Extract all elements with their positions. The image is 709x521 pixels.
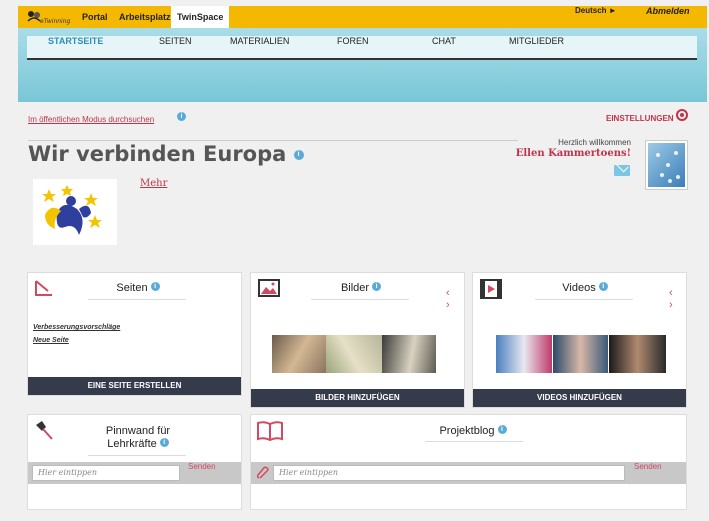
main-menu: STARTSEITE SEITEN MATERIALIEN FOREN CHAT… [27,36,697,60]
nav-portal[interactable]: Portal [82,6,108,28]
create-page-button[interactable]: EINE SEITE ERSTELLEN [28,377,241,395]
info-icon[interactable]: i [372,282,382,291]
nav-twinspace[interactable]: TwinSpace [171,6,230,28]
etwinning-logo[interactable]: eTwinning [26,9,72,26]
image-icon [258,279,280,297]
browse-public-mode-link[interactable]: Im öffentlichen Modus durchsuchen [28,115,154,124]
pinboard-input[interactable]: Hier eintippen [32,465,180,481]
title-underline [535,299,633,300]
top-bar: eTwinning Portal Arbeitsplatz TwinSpace … [18,6,707,28]
tab-mitglieder[interactable]: MITGLIEDER [509,36,564,46]
video-thumbnail[interactable] [553,335,608,373]
title-underline [88,455,186,456]
tab-chat[interactable]: CHAT [432,36,456,46]
info-icon[interactable]: i [293,150,304,160]
browse-public-mode-label: Im öffentlichen Modus durchsuchen [28,115,155,124]
page-link-neue-seite[interactable]: Neue Seite [33,337,69,344]
image-thumbnail[interactable] [382,335,436,373]
images-title-text: Bilder [340,282,370,294]
header-divider [28,140,518,141]
nav-arbeitsplatz[interactable]: Arbeitsplatz [119,6,171,28]
avatar[interactable] [646,141,687,189]
image-thumbnail[interactable] [326,335,382,373]
images-widget: Bilder i ‹ › BILDER HINZUFÜGEN [250,272,465,408]
welcome-text: Herzlich willkommen [558,138,631,147]
videos-carousel-arrows[interactable]: ‹ › [669,287,686,311]
info-icon[interactable]: i [159,438,169,447]
blog-title-text: Projektblog [439,425,495,437]
videos-title-text: Videos [562,282,596,294]
tab-seiten[interactable]: SEITEN [159,36,192,46]
navigation-band: STARTSEITE SEITEN MATERIALIEN FOREN CHAT… [18,28,707,102]
page-link-verbesserungsvorschlaege[interactable]: Verbesserungsvorschläge [33,324,120,331]
info-icon[interactable]: i [150,282,160,291]
tab-startseite[interactable]: STARTSEITE [48,36,103,46]
pages-widget-title: Seiten i [88,282,188,294]
add-videos-button[interactable]: VIDEOS HINZUFÜGEN [473,389,686,407]
title-underline [311,299,409,300]
pinboard-send-button[interactable]: Senden [188,462,216,471]
blog-widget-title: Projektblog i [423,425,523,437]
blog-input[interactable]: Hier eintippen [273,465,625,481]
page-title-text: Wir verbinden Europa [28,142,287,166]
gear-icon[interactable] [676,109,688,121]
logo-text: eTwinning [40,18,71,25]
language-selector[interactable]: Deutsch ► [575,6,617,15]
project-logo [33,179,117,245]
title-underline [88,299,186,300]
pushpin-icon [36,421,53,440]
blog-widget: Projektblog i Hier eintippen Senden [250,414,687,510]
info-icon[interactable]: i [497,425,507,434]
video-icon [480,279,502,299]
tab-materialien[interactable]: MATERIALIEN [230,36,289,46]
add-images-button[interactable]: BILDER HINZUFÜGEN [251,389,464,407]
pages-icon [35,280,52,296]
videos-widget-title: Videos i [535,282,635,294]
info-icon[interactable]: i [177,112,186,121]
pinboard-input-row: Hier eintippen Senden [28,462,241,484]
blog-input-row: Hier eintippen Senden [251,462,686,484]
videos-widget: Videos i ‹ › VIDEOS HINZUFÜGEN [472,272,687,408]
info-icon[interactable]: i [598,282,608,291]
pages-title-text: Seiten [116,282,148,294]
paperclip-icon[interactable] [256,466,270,480]
pinboard-title-line2: Lehrkräfte [107,438,157,450]
images-widget-title: Bilder i [311,282,411,294]
user-name[interactable]: Ellen Kammertoens! [516,148,631,159]
page-title: Wir verbinden Europa i [28,142,304,166]
pages-widget: Seiten i Verbesserungsvorschläge Neue Sei… [27,272,242,396]
pinboard-widget-title: Pinnwand für Lehrkräfte i [88,425,188,451]
more-link[interactable]: Mehr [140,178,167,189]
video-thumbnail[interactable] [609,335,666,373]
tab-foren[interactable]: FOREN [337,36,369,46]
mail-icon[interactable] [614,165,630,176]
images-carousel-arrows[interactable]: ‹ › [446,287,464,311]
project-logo-image [42,185,102,235]
blog-send-button[interactable]: Senden [634,462,662,471]
book-icon [257,421,283,441]
video-thumbnail[interactable] [496,335,552,373]
title-underline [425,441,523,442]
settings-link[interactable]: EINSTELLUNGEN [606,114,674,123]
pinboard-widget: Pinnwand für Lehrkräfte i Hier eintippen … [27,414,242,510]
logout-link[interactable]: Abmelden [646,6,690,16]
pinboard-title-line1: Pinnwand für [105,425,171,437]
image-thumbnail[interactable] [272,335,326,373]
